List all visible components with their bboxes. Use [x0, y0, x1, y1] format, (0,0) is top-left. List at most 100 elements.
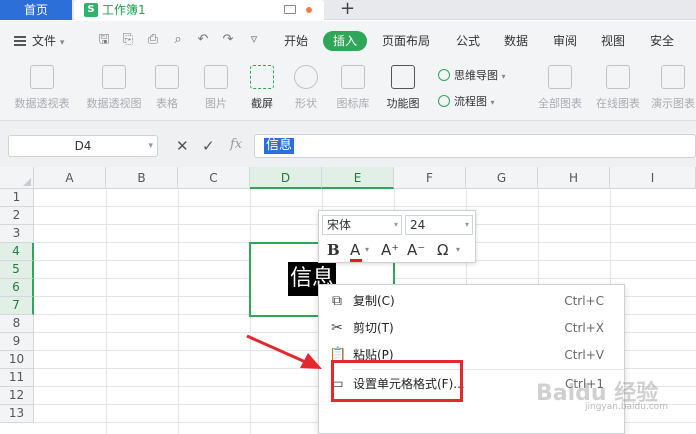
column-header-d[interactable]: D — [250, 167, 322, 189]
row-header-7[interactable]: 7 — [0, 297, 34, 315]
icon-library-icon — [341, 65, 365, 89]
shape-icon — [294, 65, 318, 89]
export-icon[interactable]: ⎘ — [120, 32, 136, 48]
mindmap-button[interactable]: 思维导图 ▾ — [438, 67, 506, 83]
column-header-i[interactable]: I — [610, 167, 696, 189]
online-charts-button[interactable]: 在线图表 — [593, 65, 643, 111]
column-header-c[interactable]: C — [178, 167, 250, 189]
row-header-4[interactable]: 4 — [0, 243, 34, 261]
menu-bar: 文件 ▾ 🖫 ⎘ ⎙ ⌕ ↶ ↷ ▿ 开始 插入 页面布局 公式 数据 审阅 视… — [0, 21, 696, 61]
font-size-select[interactable]: 24 ▾ — [405, 215, 473, 235]
row-header-1[interactable]: 1 — [0, 189, 34, 207]
menu-data[interactable]: 数据 — [504, 33, 528, 49]
highlight-box — [331, 360, 463, 402]
context-menu-label: 剪切(T) — [353, 321, 394, 335]
row-header-11[interactable]: 11 — [0, 369, 34, 387]
chevron-down-icon[interactable]: ▾ — [456, 240, 460, 260]
menu-start[interactable]: 开始 — [284, 33, 308, 49]
scissors-icon: ✂ — [331, 320, 343, 336]
row-header-12[interactable]: 12 — [0, 387, 34, 405]
column-header-g[interactable]: G — [466, 167, 538, 189]
cancel-icon[interactable]: ✕ — [176, 137, 189, 155]
formula-input[interactable]: 信息 — [254, 134, 696, 158]
menu-view[interactable]: 视图 — [601, 33, 625, 49]
chevron-down-icon: ▾ — [393, 220, 398, 229]
function-chart-icon — [391, 65, 415, 89]
document-tab[interactable]: S 工作簿1 — [74, 0, 324, 21]
monitor-icon[interactable] — [284, 5, 296, 14]
context-menu-label: 复制(C) — [353, 294, 395, 308]
select-all-corner[interactable] — [0, 167, 34, 189]
row-header-5[interactable]: 5 — [0, 261, 34, 279]
undo-icon[interactable]: ↶ — [195, 32, 211, 48]
screenshot-button[interactable]: 截屏 — [244, 65, 280, 111]
print-preview-icon[interactable]: ⌕ — [170, 32, 186, 48]
column-header-b[interactable]: B — [106, 167, 178, 189]
confirm-icon[interactable]: ✓ — [202, 137, 215, 155]
new-tab-button[interactable]: + — [340, 0, 355, 18]
table-button[interactable]: 表格 — [152, 65, 182, 111]
insert-function-icon[interactable]: fx — [230, 137, 242, 152]
screenshot-label: 截屏 — [251, 97, 273, 110]
chevron-down-icon[interactable]: ▾ — [365, 240, 369, 260]
font-color-swatch — [350, 259, 362, 262]
name-box-value: D4 — [74, 139, 92, 153]
redo-icon[interactable]: ↷ — [220, 32, 236, 48]
demo-charts-button[interactable]: 演示图表 — [650, 65, 696, 111]
pivot-chart-icon — [102, 65, 126, 89]
row-header-6[interactable]: 6 — [0, 279, 34, 297]
menu-insert[interactable]: 插入 — [323, 31, 368, 51]
customize-icon[interactable]: ▿ — [246, 32, 262, 48]
font-size-value: 24 — [410, 218, 426, 232]
column-header-f[interactable]: F — [394, 167, 466, 189]
pivot-table-button[interactable]: 数据透视表 — [12, 65, 72, 111]
mindmap-icon — [438, 69, 450, 81]
menu-review[interactable]: 审阅 — [553, 33, 577, 49]
print-icon[interactable]: ⎙ — [145, 32, 161, 48]
chevron-down-icon: ▾ — [59, 38, 65, 48]
context-menu-shortcut: Ctrl+V — [564, 348, 604, 362]
font-select[interactable]: 宋体 ▾ — [322, 215, 402, 235]
chevron-down-icon: ▾ — [464, 220, 469, 229]
pivot-chart-button[interactable]: 数据透视图 — [84, 65, 144, 111]
bold-button[interactable]: B — [327, 240, 340, 260]
chevron-down-icon[interactable]: ▾ — [148, 136, 153, 156]
icon-library-button[interactable]: 图标库 — [334, 65, 372, 111]
shrink-font-button[interactable]: A⁻ — [407, 240, 425, 260]
home-tab[interactable]: 首页 — [0, 0, 72, 20]
menu-security[interactable]: 安全 — [650, 33, 674, 49]
all-charts-button[interactable]: 全部图表 — [535, 65, 585, 111]
column-header-e[interactable]: E — [322, 167, 394, 189]
context-menu-copy[interactable]: ⧉ 复制(C) Ctrl+C — [319, 288, 624, 314]
pivot-table-icon — [30, 65, 54, 89]
shape-button[interactable]: 形状 — [289, 65, 323, 111]
row-header-10[interactable]: 10 — [0, 351, 34, 369]
demo-charts-icon — [661, 65, 685, 89]
gridline — [34, 206, 696, 207]
row-header-2[interactable]: 2 — [0, 207, 34, 225]
row-header-8[interactable]: 8 — [0, 315, 34, 333]
context-menu-shortcut: Ctrl+C — [564, 294, 604, 308]
flowchart-button[interactable]: 流程图 ▾ — [438, 93, 495, 109]
mindmap-label: 思维导图 — [454, 69, 498, 82]
function-chart-button[interactable]: 功能图 — [380, 65, 426, 111]
file-menu[interactable]: 文件 ▾ — [14, 33, 64, 51]
font-color-button[interactable]: A — [350, 240, 360, 260]
symbol-button[interactable]: Ω — [437, 240, 448, 260]
picture-button[interactable]: 图片 — [199, 65, 233, 111]
column-header-a[interactable]: A — [34, 167, 106, 189]
grow-font-button[interactable]: A⁺ — [381, 240, 399, 260]
pivot-table-label: 数据透视表 — [14, 97, 70, 110]
online-charts-icon — [606, 65, 630, 89]
title-bar: 首页 S 工作簿1 + — [0, 0, 696, 21]
row-header-13[interactable]: 13 — [0, 405, 34, 423]
column-header-h[interactable]: H — [538, 167, 610, 189]
menu-page-layout[interactable]: 页面布局 — [382, 33, 430, 49]
picture-label: 图片 — [205, 97, 227, 110]
name-box[interactable]: D4 ▾ — [8, 135, 158, 157]
save-icon[interactable]: 🖫 — [96, 32, 112, 48]
row-header-3[interactable]: 3 — [0, 225, 34, 243]
row-header-9[interactable]: 9 — [0, 333, 34, 351]
context-menu-cut[interactable]: ✂ 剪切(T) Ctrl+X — [319, 315, 624, 341]
menu-formula[interactable]: 公式 — [456, 33, 480, 49]
